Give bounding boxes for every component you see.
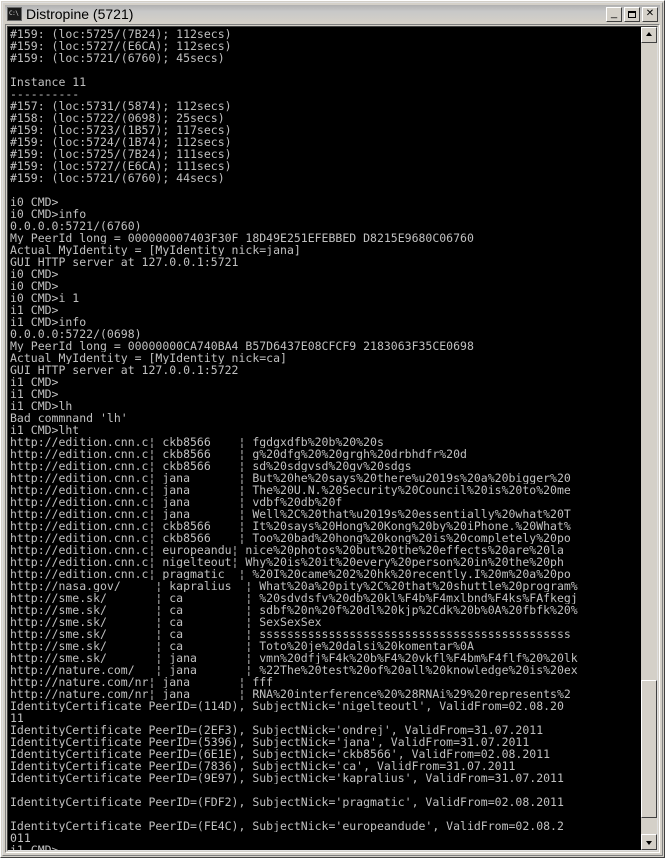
console-line: i1 CMD>lh bbox=[10, 400, 73, 412]
console-line: GUI HTTP server at 127.0.0.1:5721 bbox=[10, 256, 239, 268]
console-line: GUI HTTP server at 127.0.0.1:5722 bbox=[10, 364, 239, 376]
console-line: http://nasa.gov/ ¦ kapralius ¦ What%20a%… bbox=[10, 580, 578, 592]
console-line: IdentityCertificate PeerID=(5396), Subje… bbox=[10, 736, 530, 748]
console-line: http://edition.cnn.c¦ pragmatic ¦ %20I%2… bbox=[10, 568, 571, 580]
console-line: #159: (loc:5721/(6760); 44secs) bbox=[10, 172, 225, 184]
console-line: i1 CMD> bbox=[10, 844, 640, 850]
console-line: #159: (loc:5723/(1B57); 117secs) bbox=[10, 124, 232, 136]
console-line: ---------- bbox=[10, 88, 80, 100]
console-line: My PeerId long = 000000007403F30F 18D49E… bbox=[10, 232, 474, 244]
console-line: i0 CMD>info bbox=[10, 208, 87, 220]
console-line: http://edition.cnn.c¦ ckb8566 ¦ sd%20sdg… bbox=[10, 460, 412, 472]
console-line: i1 CMD> bbox=[10, 376, 59, 388]
console-line: http://edition.cnn.c¦ jana ¦ Well%2C%20t… bbox=[10, 508, 571, 520]
scrollbar-thumb[interactable] bbox=[641, 680, 657, 818]
console-line: i0 CMD> bbox=[10, 196, 59, 208]
titlebar[interactable]: Distropine (5721) _ ✕ bbox=[5, 5, 660, 23]
console-line: IdentityCertificate PeerID=(9E97), Subje… bbox=[10, 772, 564, 784]
console-line: 0.0.0.0:5721/(6760) bbox=[10, 220, 142, 232]
console-line: 11 bbox=[10, 712, 24, 724]
console-line: http://edition.cnn.c¦ jana ¦ But%20he%20… bbox=[10, 472, 571, 484]
window-title: Distropine (5721) bbox=[26, 6, 134, 22]
console-line: http://edition.cnn.c¦ nigelteout¦ Why%20… bbox=[10, 556, 564, 568]
console-line: i0 CMD>i 1 bbox=[10, 292, 80, 304]
console-line: IdentityCertificate PeerID=(114D), Subje… bbox=[10, 700, 564, 712]
console-line: http://edition.cnn.c¦ ckb8566 ¦ g%20dfg%… bbox=[10, 448, 467, 460]
console-line: Bad commnand 'lh' bbox=[10, 412, 128, 424]
console-line: i1 CMD> bbox=[10, 388, 59, 400]
scroll-up-arrow-icon[interactable] bbox=[641, 27, 657, 43]
console-line: i0 CMD> bbox=[10, 268, 59, 280]
console-line: #158: (loc:5722/(0698); 25secs) bbox=[10, 112, 225, 124]
console-line: Instance 11 bbox=[10, 76, 87, 88]
console-line: i1 CMD>lht bbox=[10, 424, 80, 436]
console-line: #157: (loc:5731/(5874); 112secs) bbox=[10, 100, 232, 112]
window-controls: _ ✕ bbox=[606, 6, 659, 22]
console-line: IdentityCertificate PeerID=(FDF2), Subje… bbox=[10, 796, 564, 808]
minimize-icon: _ bbox=[610, 6, 618, 19]
console-line: http://sme.sk/ ¦ ca ¦ %20sdvdsfv%20db%20… bbox=[10, 592, 578, 604]
console-line: http://nature.com/nr¦ jana ¦ RNA%20inter… bbox=[10, 688, 571, 700]
console-line: #159: (loc:5721/(6760); 45secs) bbox=[10, 52, 225, 64]
console-line: My PeerId long = 00000000CA740BA4 B57D64… bbox=[10, 340, 474, 352]
console-line: #159: (loc:5725/(7B24); 111secs) bbox=[10, 148, 232, 160]
console-line: i1 CMD> bbox=[10, 304, 59, 316]
console-line: IdentityCertificate PeerID=(7836), Subje… bbox=[10, 760, 516, 772]
client-inner-frame: #159: (loc:5725/(7B24); 112secs) #159: (l… bbox=[7, 26, 658, 851]
console-line: #159: (loc:5727/(E6CA); 112secs) bbox=[10, 40, 232, 52]
maximize-button[interactable] bbox=[624, 6, 640, 22]
console-line: i0 CMD> bbox=[10, 280, 59, 292]
console-line: http://sme.sk/ ¦ ca ¦ SexSexSex bbox=[10, 616, 322, 628]
console-line: http://sme.sk/ ¦ jana ¦ vmn%20dfj%F4k%20… bbox=[10, 652, 578, 664]
console-window: Distropine (5721) _ ✕ #159: (loc:5725/(7… bbox=[0, 0, 665, 858]
console-line: http://nature.com/nr¦ jana ¦ fff bbox=[10, 676, 274, 688]
console-line: http://edition.cnn.c¦ ckb8566 ¦ fgdgxdfb… bbox=[10, 436, 384, 448]
maximize-icon bbox=[625, 8, 639, 21]
minimize-button[interactable]: _ bbox=[606, 6, 622, 22]
console-line: i1 CMD>info bbox=[10, 316, 87, 328]
console-line: 0.0.0.0:5722/(0698) bbox=[10, 328, 142, 340]
close-button[interactable]: ✕ bbox=[642, 6, 658, 22]
console-line: http://edition.cnn.c¦ europeandu¦ nice%2… bbox=[10, 544, 564, 556]
console-output[interactable]: #159: (loc:5725/(7B24); 112secs) #159: (l… bbox=[8, 27, 640, 850]
console-line: #159: (loc:5725/(7B24); 112secs) bbox=[10, 28, 232, 40]
console-line: http://edition.cnn.c¦ ckb8566 ¦ Too%20ba… bbox=[10, 532, 571, 544]
console-app-icon bbox=[7, 7, 22, 21]
console-line: http://sme.sk/ ¦ ca ¦ ssssssssssssssssss… bbox=[10, 628, 571, 640]
console-line: #159: (loc:5724/(1B74); 112secs) bbox=[10, 136, 232, 148]
console-line: Actual MyIdentity = [MyIdentity nick=ca] bbox=[10, 352, 287, 364]
client-area: #159: (loc:5725/(7B24); 112secs) #159: (l… bbox=[5, 24, 660, 853]
close-icon: ✕ bbox=[645, 8, 655, 19]
console-line: 011 bbox=[10, 832, 31, 844]
console-line: http://edition.cnn.c¦ jana ¦ vdbf%20db%2… bbox=[10, 496, 343, 508]
console-line: http://edition.cnn.c¦ jana ¦ The%20U.N.%… bbox=[10, 484, 571, 496]
scroll-down-arrow-icon[interactable] bbox=[641, 834, 657, 850]
console-line: http://sme.sk/ ¦ ca ¦ Toto%20je%20dalsi%… bbox=[10, 640, 474, 652]
console-line: #159: (loc:5727/(E6CA); 111secs) bbox=[10, 160, 232, 172]
window-inner-frame: Distropine (5721) _ ✕ #159: (loc:5725/(7… bbox=[2, 2, 663, 856]
console-line: IdentityCertificate PeerID=(2EF3), Subje… bbox=[10, 724, 544, 736]
console-line: IdentityCertificate PeerID=(FE4C), Subje… bbox=[10, 820, 564, 832]
console-line: http://nature.com/ ¦ jana ¦ %22The%20tes… bbox=[10, 664, 578, 676]
console-line: http://edition.cnn.c¦ ckb8566 ¦ It%20say… bbox=[10, 520, 571, 532]
console-line: Actual MyIdentity = [MyIdentity nick=jan… bbox=[10, 244, 301, 256]
console-line: http://sme.sk/ ¦ ca ¦ sdbf%20n%20f%20dl%… bbox=[10, 604, 578, 616]
vertical-scrollbar[interactable] bbox=[640, 27, 657, 850]
console-line: IdentityCertificate PeerID=(6E1E), Subje… bbox=[10, 748, 551, 760]
